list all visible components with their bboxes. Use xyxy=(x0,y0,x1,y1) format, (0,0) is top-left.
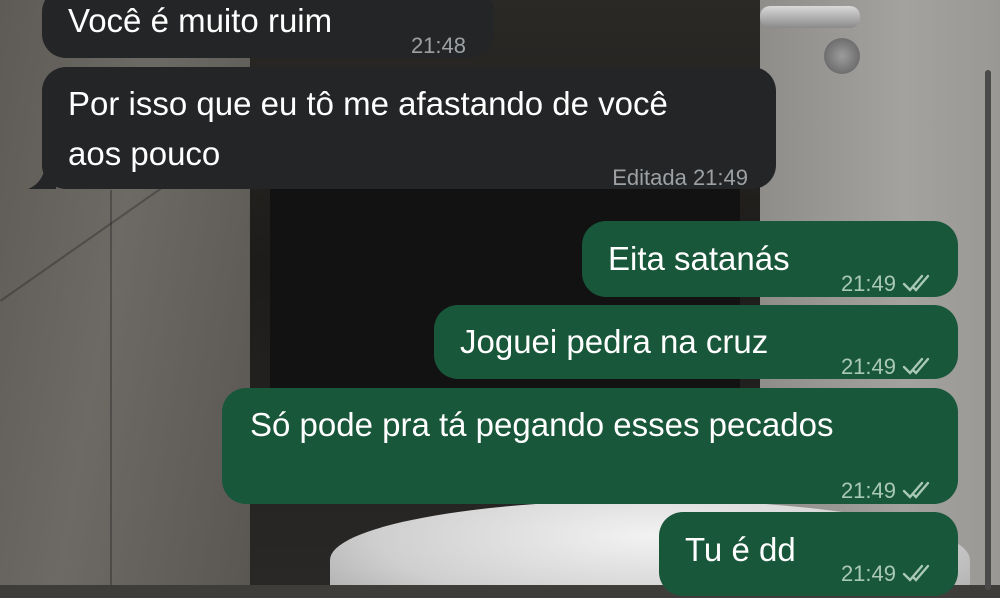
bubble-tail-icon xyxy=(28,163,56,189)
message-time: 21:49 xyxy=(840,478,896,503)
message-time: 21:48 xyxy=(410,33,466,58)
message-text: Joguei pedra na cruz xyxy=(460,323,769,360)
faucet xyxy=(760,6,860,28)
message-bubble-outgoing[interactable]: Eita satanás 21:49 xyxy=(582,221,958,297)
message-bubble-outgoing[interactable]: Tu é dd 21:49 xyxy=(659,512,958,596)
message-meta: 21:49 xyxy=(841,342,934,391)
double-check-icon xyxy=(902,274,930,292)
message-meta: 21:49 xyxy=(841,466,934,515)
message-text: Eita satanás xyxy=(608,240,790,277)
faucet-knob xyxy=(824,38,860,74)
message-bubble-incoming[interactable]: Por isso que eu tô me afastando de você … xyxy=(28,67,776,190)
message-bubble-outgoing[interactable]: Joguei pedra na cruz 21:49 xyxy=(434,305,958,379)
message-time: 21:49 xyxy=(840,271,896,296)
message-time: 21:49 xyxy=(840,354,896,379)
message-bubble-incoming[interactable]: Você é muito ruim 21:48 xyxy=(42,0,494,58)
double-check-icon xyxy=(902,564,930,582)
message-text-line-2: aos pouco xyxy=(68,135,221,172)
message-time: 21:49 xyxy=(692,165,748,190)
edited-label: Editada xyxy=(612,165,687,190)
scrollbar[interactable] xyxy=(985,70,991,590)
double-check-icon xyxy=(902,481,930,499)
message-text: Tu é dd xyxy=(685,531,796,568)
tile-grout xyxy=(110,190,112,585)
message-time: 21:49 xyxy=(840,561,896,586)
message-meta: 21:49 xyxy=(841,549,934,598)
message-text: Só pode pra tá pegando esses pecados xyxy=(250,406,834,443)
double-check-icon xyxy=(902,357,930,375)
message-text-line-1: Por isso que eu tô me afastando de você xyxy=(68,85,668,122)
message-text: Você é muito ruim xyxy=(68,2,333,39)
message-bubble-outgoing[interactable]: Só pode pra tá pegando esses pecados 21:… xyxy=(222,388,958,504)
message-meta: Editada 21:49 xyxy=(612,153,748,202)
message-meta: 21:49 xyxy=(841,259,934,308)
